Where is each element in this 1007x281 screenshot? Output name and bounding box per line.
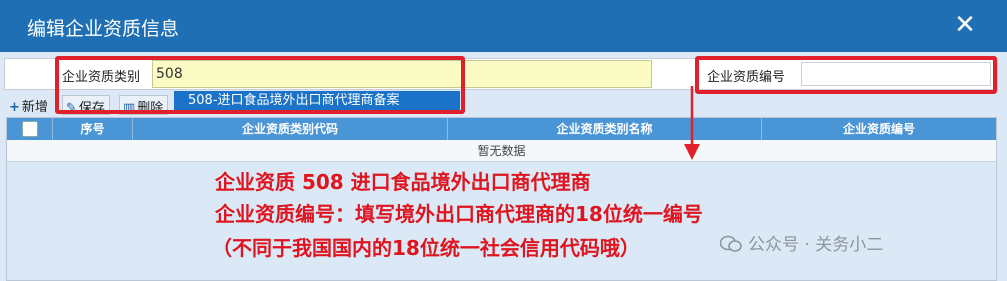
table-header: 序号 企业资质类别代码 企业资质类别名称 企业资质编号	[7, 118, 996, 140]
edit-qualification-dialog: 编辑企业资质信息 ✕ 企业资质类别 企业资质编号 508-进口食品境外出口商代理…	[0, 0, 1007, 281]
watermark: 公众号 · 关务小二	[720, 230, 883, 255]
column-header-index[interactable]: 序号	[53, 118, 133, 140]
wechat-logo-icon	[720, 235, 742, 252]
close-icon[interactable]: ✕	[950, 10, 980, 40]
column-header-type-code[interactable]: 企业资质类别代码	[133, 118, 448, 140]
select-all-checkbox[interactable]	[22, 121, 38, 137]
column-header-qualification-code[interactable]: 企业资质编号	[762, 118, 996, 140]
dialog-titlebar: 编辑企业资质信息 ✕	[0, 0, 1007, 52]
annotation-line-2: 企业资质编号：填写境外出口商代理商的18位统一编号	[215, 202, 703, 226]
select-all-cell	[7, 118, 53, 140]
dialog-title: 编辑企业资质信息	[27, 18, 180, 40]
watermark-text: 公众号 · 关务小二	[748, 235, 884, 255]
annotation-line-1: 企业资质 508 进口食品境外出口商代理商	[215, 170, 591, 194]
empty-table-message: 暂无数据	[7, 140, 996, 162]
add-button[interactable]: + 新增	[6, 95, 52, 115]
plus-icon: +	[9, 100, 20, 115]
column-header-type-name[interactable]: 企业资质类别名称	[448, 118, 762, 140]
highlight-box-code	[695, 56, 997, 94]
highlight-box-type	[55, 56, 465, 114]
annotation-arrow	[684, 86, 700, 160]
add-button-label: 新增	[21, 100, 48, 115]
annotation-line-3: （不同于我国国内的18位统一社会信用代码哦）	[212, 236, 640, 260]
